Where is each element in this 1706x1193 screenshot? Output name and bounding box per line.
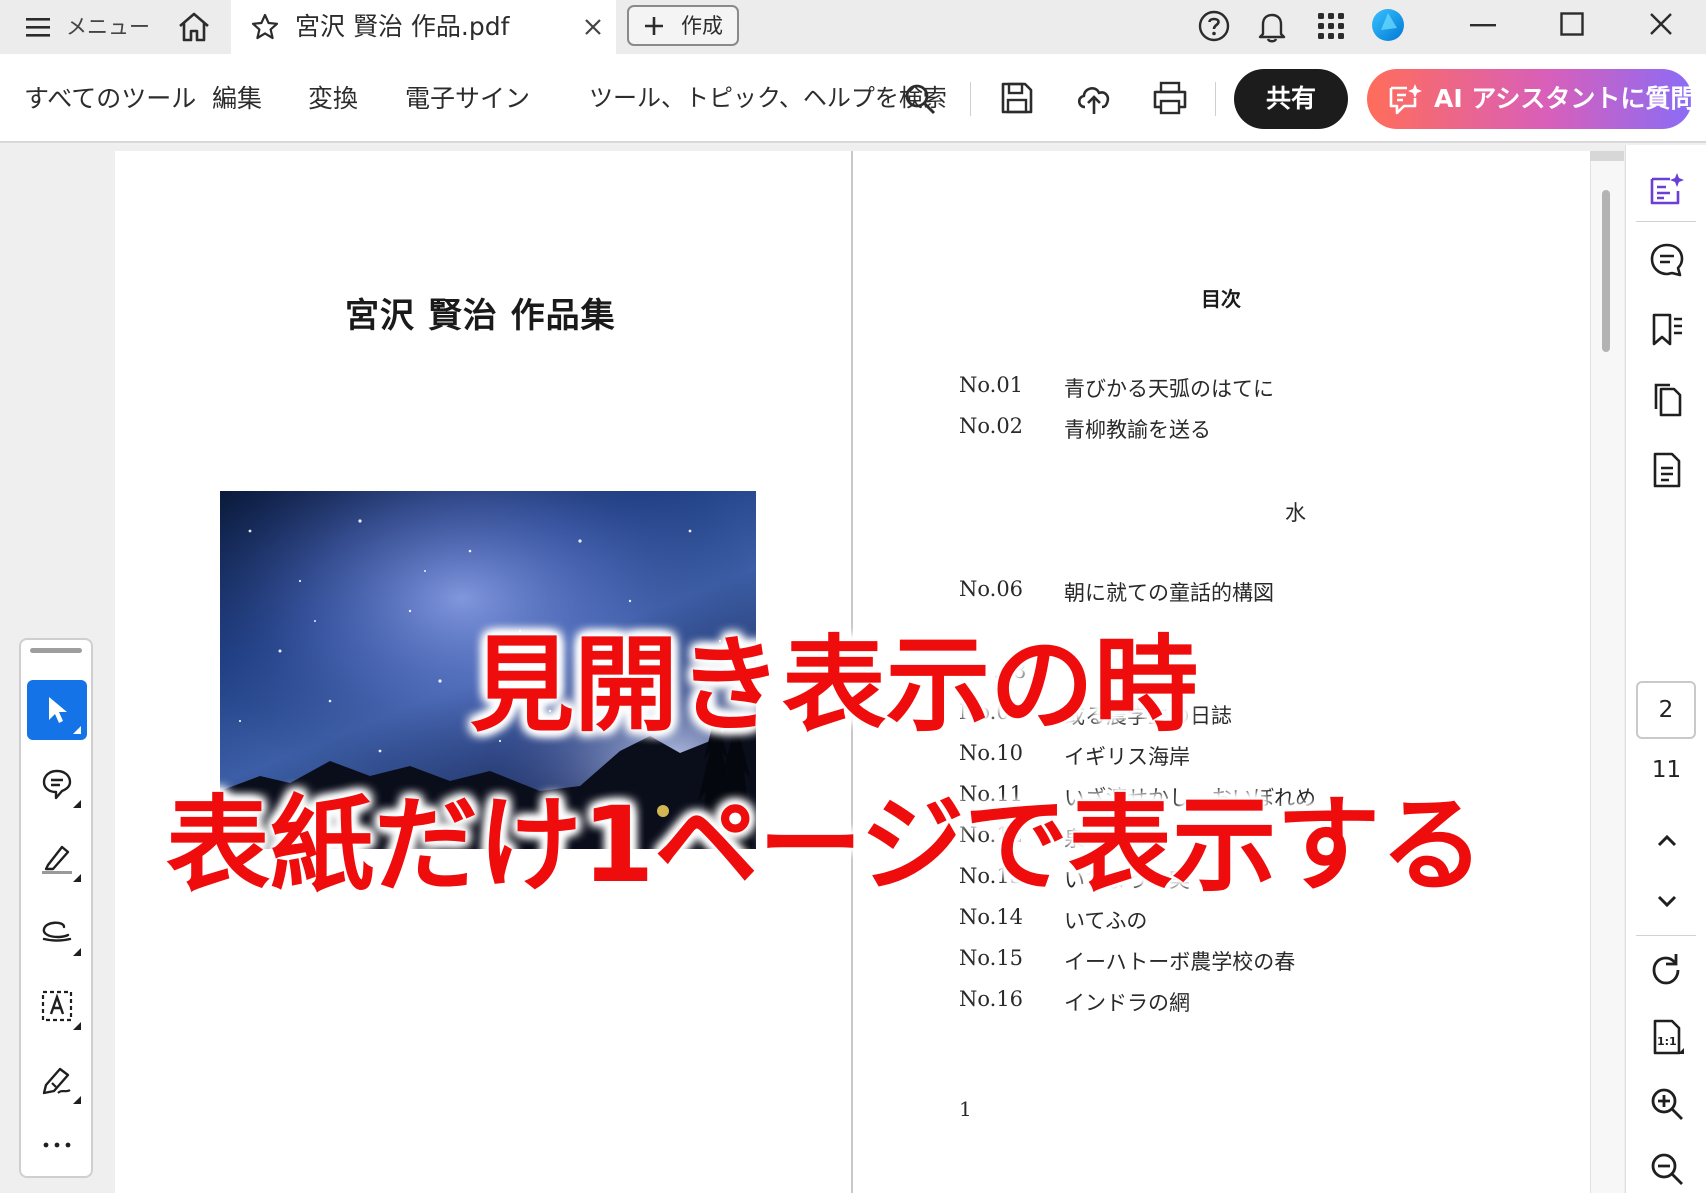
account-avatar[interactable] — [1371, 8, 1405, 42]
toc-item-title: イーハトーボ農学校の春 — [1064, 950, 1296, 974]
pages-icon[interactable] — [1648, 381, 1686, 419]
toc-item-number: No.02 — [959, 414, 1024, 438]
signature-pen-icon — [42, 1067, 71, 1095]
title-bar: メニュー 宮沢 賢治 作品.pdf 作成 — [0, 0, 1706, 54]
rotate-icon[interactable] — [1648, 951, 1686, 989]
chevron-down-icon[interactable] — [1648, 882, 1686, 920]
main-toolbar: すべてのツール 編集 変換 電子サイン ツール、トピック、ヘルプを検索 共有 A… — [0, 54, 1706, 143]
overlay-headline-line1: 見開き表示の時 — [470, 624, 1199, 746]
comment-add-icon — [42, 769, 72, 800]
save-icon[interactable] — [999, 80, 1035, 116]
highlighter-icon — [42, 845, 72, 874]
tab-document[interactable]: 宮沢 賢治 作品.pdf — [231, 0, 616, 54]
menu-edit[interactable]: 編集 — [212, 54, 262, 143]
text-box-tool-button[interactable] — [27, 976, 87, 1036]
scrollbar-top-cap — [1590, 151, 1624, 161]
ai-summary-icon[interactable] — [1648, 171, 1686, 209]
close-window-icon[interactable] — [1649, 12, 1673, 36]
tool-menu-corner — [73, 948, 81, 956]
hamburger-icon — [26, 18, 50, 37]
menu-convert[interactable]: 変換 — [308, 54, 358, 143]
toolbar-divider — [970, 82, 971, 116]
svg-text:1:1: 1:1 — [1657, 1035, 1677, 1048]
comment-icon[interactable] — [1648, 241, 1686, 279]
apps-grid-icon[interactable] — [1316, 11, 1346, 41]
tool-menu-corner — [73, 800, 81, 808]
more-icon — [43, 1142, 71, 1148]
toolbar-divider — [1215, 82, 1216, 116]
menu-all-tools[interactable]: すべてのツール — [24, 54, 196, 143]
page-footer-number: 1 — [959, 1097, 972, 1121]
create-label: 作成 — [681, 14, 723, 38]
menu-label: メニュー — [66, 15, 150, 39]
toc-item-number: No.15 — [959, 946, 1024, 970]
menu-button[interactable]: メニュー — [18, 0, 150, 54]
tool-menu-corner — [73, 1096, 81, 1104]
draw-tool-button[interactable] — [27, 902, 87, 962]
right-side-panel-rail: 2 11 1:1 — [1625, 145, 1706, 1193]
toc-title: 目次 — [1201, 287, 1241, 311]
home-icon[interactable] — [175, 8, 213, 46]
ai-sparkle-icon — [1389, 84, 1422, 115]
zoom-in-icon[interactable] — [1648, 1085, 1686, 1123]
sign-tool-button[interactable] — [27, 1050, 87, 1110]
document-icon[interactable] — [1648, 451, 1686, 489]
palette-drag-handle[interactable] — [30, 648, 82, 653]
chevron-up-icon[interactable] — [1648, 822, 1686, 860]
close-tab-icon[interactable] — [583, 17, 603, 37]
comment-tool-button[interactable] — [27, 754, 87, 814]
toc-partial-text: 水 — [1285, 501, 1306, 525]
minimize-icon[interactable] — [1470, 22, 1496, 28]
toc-item-title: 青びかる天弧のはてに — [1064, 377, 1274, 401]
tab-title: 宮沢 賢治 作品.pdf — [295, 12, 510, 41]
share-button[interactable]: 共有 — [1234, 69, 1348, 129]
search-placeholder: ツール、トピック、ヘルプを検索 — [589, 84, 947, 112]
create-button[interactable]: 作成 — [627, 5, 739, 46]
search-icon — [905, 84, 936, 115]
help-icon[interactable] — [1197, 9, 1231, 43]
toc-item-number: No.06 — [959, 577, 1024, 601]
cover-title: 宮沢 賢治 作品集 — [345, 296, 616, 336]
plus-icon — [645, 17, 663, 35]
tool-menu-corner — [73, 726, 81, 734]
current-page-input[interactable]: 2 — [1636, 681, 1696, 739]
actual-size-icon[interactable]: 1:1 — [1648, 1018, 1686, 1056]
rail-divider — [1636, 221, 1696, 222]
more-tools-button[interactable] — [27, 1120, 87, 1170]
toc-item-title: 青柳教諭を送る — [1064, 418, 1211, 442]
maximize-icon[interactable] — [1560, 12, 1584, 36]
bookmark-icon[interactable] — [1648, 311, 1686, 349]
bell-icon[interactable] — [1255, 8, 1289, 44]
print-icon[interactable] — [1151, 80, 1189, 116]
highlight-tool-button[interactable] — [27, 828, 87, 888]
overlay-headline-line2: 表紙だけ1ページで表示する — [166, 784, 1485, 906]
star-icon[interactable] — [250, 12, 280, 42]
document-viewer: 宮沢 賢治 作品集 目次 No.01 青びかる天弧のはてに No.02 青柳教諭… — [0, 145, 1706, 1193]
tool-menu-corner — [73, 1022, 81, 1030]
toc-item-title: インドラの網 — [1064, 991, 1190, 1015]
toc-item-number: No.16 — [959, 987, 1024, 1011]
upload-cloud-icon[interactable] — [1074, 79, 1114, 117]
quick-tools-palette — [19, 638, 93, 1178]
search-box[interactable]: ツール、トピック、ヘルプを検索 — [585, 54, 947, 143]
freehand-draw-icon — [42, 921, 72, 942]
menu-esign[interactable]: 電子サイン — [405, 54, 530, 143]
select-tool-button[interactable] — [27, 680, 87, 740]
text-box-icon — [41, 990, 73, 1022]
ai-assistant-button[interactable]: AI アシスタントに質問 — [1367, 69, 1696, 129]
rail-divider — [1636, 935, 1696, 936]
toc-item-number: No.01 — [959, 373, 1024, 397]
zoom-out-icon[interactable] — [1648, 1150, 1686, 1188]
tool-menu-corner — [73, 874, 81, 882]
ai-button-label: AI アシスタントに質問 — [1434, 84, 1696, 113]
total-pages-label: 11 — [1651, 757, 1682, 783]
scrollbar-thumb[interactable] — [1602, 190, 1610, 352]
select-cursor-icon — [49, 697, 67, 723]
